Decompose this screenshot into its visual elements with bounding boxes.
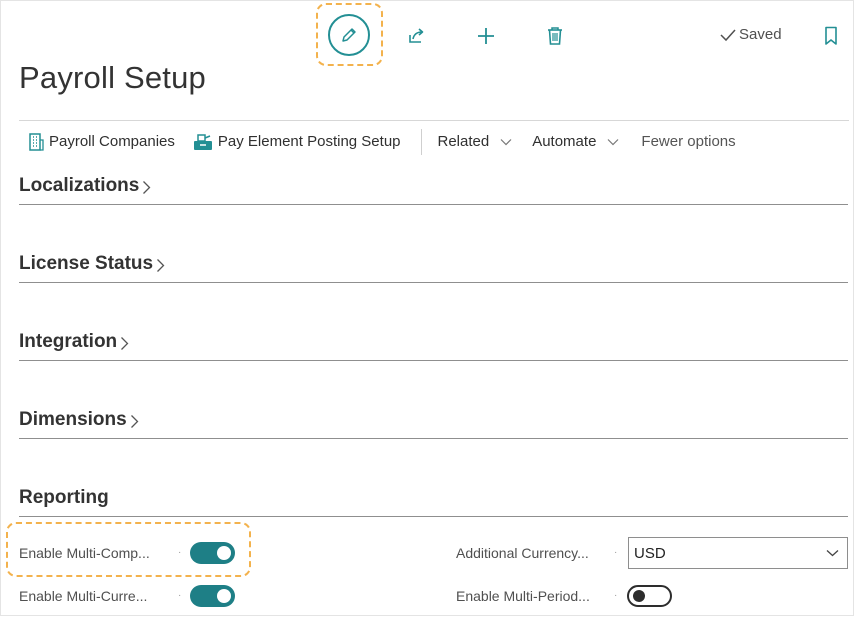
section-reporting: Reporting (19, 487, 848, 517)
automate-label: Automate (532, 133, 597, 150)
payroll-companies-label: Payroll Companies (49, 133, 175, 150)
fewer-options-label: Fewer options (641, 133, 736, 150)
section-title: Reporting (19, 487, 109, 508)
share-button[interactable] (404, 24, 428, 48)
fewer-options-button[interactable]: Fewer options (641, 133, 735, 150)
chevron-right-icon (143, 180, 151, 194)
delete-icon (548, 27, 562, 45)
saved-status: Saved (720, 26, 782, 43)
new-button[interactable] (474, 24, 498, 48)
share-icon (409, 28, 424, 43)
section-dimensions: Dimensions (19, 409, 848, 439)
related-menu[interactable]: Related (438, 133, 513, 150)
chevron-right-icon (121, 336, 129, 350)
toggle-knob (217, 546, 231, 560)
edit-button[interactable] (328, 14, 370, 56)
bookmark-icon (825, 26, 837, 45)
saved-label: Saved (739, 26, 782, 43)
checkmark-icon (720, 28, 736, 41)
automate-menu[interactable]: Automate (532, 133, 619, 150)
chevron-down-icon (500, 138, 512, 145)
field-dot: · (614, 547, 618, 558)
toggle-knob (633, 590, 645, 602)
edit-icon (342, 28, 356, 42)
section-title: License Status (19, 253, 154, 274)
action-separator (420, 128, 422, 155)
section-header-localizations[interactable]: Localizations (19, 175, 151, 197)
pay-element-posting-setup-action[interactable]: Pay Element Posting Setup (193, 133, 401, 151)
chevron-right-icon (157, 258, 165, 272)
field-dot: · (178, 590, 182, 601)
related-label: Related (437, 133, 490, 150)
field-dot: · (614, 590, 618, 601)
section-title: Dimensions (19, 409, 127, 430)
page-title: Payroll Setup (19, 60, 206, 95)
chevron-down-icon (826, 550, 839, 557)
payroll-companies-action[interactable]: Payroll Companies (28, 132, 175, 151)
section-header-integration[interactable]: Integration (19, 331, 129, 353)
bookmark-button[interactable] (821, 24, 841, 48)
section-integration: Integration (19, 331, 848, 361)
toggle-knob (217, 589, 231, 603)
additional-currency-value: USD (634, 544, 666, 562)
field-dot: · (178, 547, 182, 558)
section-title: Localizations (19, 175, 140, 196)
enable-multi-currency-toggle[interactable] (190, 585, 235, 607)
enable-multi-period-label: Enable Multi-Period... (456, 588, 590, 604)
enable-multi-period-toggle[interactable] (627, 585, 672, 607)
enable-multi-company-label: Enable Multi-Comp... (19, 545, 150, 561)
chevron-right-icon (130, 414, 139, 428)
additional-currency-label: Additional Currency... (456, 545, 589, 561)
posting-setup-icon (193, 133, 212, 150)
enable-multi-currency-label: Enable Multi-Curre... (19, 588, 148, 604)
section-license-status: License Status (19, 253, 848, 283)
chevron-down-icon (607, 138, 619, 145)
building-icon (29, 132, 44, 151)
section-header-dimensions[interactable]: Dimensions (19, 409, 139, 431)
new-icon (478, 28, 494, 44)
section-localizations: Localizations (19, 175, 848, 205)
pay-element-posting-setup-label: Pay Element Posting Setup (217, 133, 401, 150)
enable-multi-company-toggle[interactable] (190, 542, 235, 564)
section-title: Integration (19, 331, 118, 352)
additional-currency-select[interactable]: USD (628, 537, 848, 569)
delete-button[interactable] (543, 24, 567, 48)
section-header-license-status[interactable]: License Status (19, 253, 165, 275)
section-header-reporting[interactable]: Reporting (19, 487, 109, 509)
action-bar: Payroll Companies Pay Element Posting Se… (19, 120, 849, 162)
